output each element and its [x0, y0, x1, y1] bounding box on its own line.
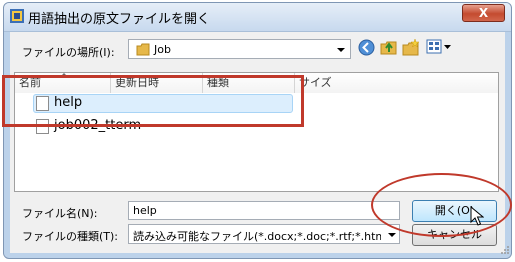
location-label: ファイルの場所(I): [22, 46, 115, 59]
filetype-value: 読み込み可能なファイル(*.docx;*.doc;*.rtf;*.htm;*.h [133, 230, 381, 243]
chevron-down-icon [337, 48, 345, 52]
filetype-select[interactable]: 読み込み可能なファイル(*.docx;*.doc;*.rtf;*.htm;*.h [128, 224, 400, 244]
close-button[interactable]: X [462, 4, 505, 22]
up-folder-icon[interactable] [380, 38, 397, 56]
filename-value: help [133, 204, 157, 217]
close-icon: X [478, 6, 489, 20]
annotation-rectangle [2, 75, 304, 127]
filename-label: ファイル名(N): [22, 207, 98, 220]
new-folder-icon[interactable] [402, 38, 420, 56]
filetype-label: ファイルの種類(T): [22, 230, 119, 243]
chevron-down-icon [388, 233, 396, 237]
resize-grip-icon[interactable] [500, 245, 510, 255]
location-value: Job [154, 43, 171, 56]
view-menu-icon[interactable] [426, 39, 452, 55]
back-icon[interactable] [358, 39, 375, 56]
window-title: 用語抽出の原文ファイルを開く [28, 12, 211, 27]
location-combo[interactable]: Job [128, 39, 351, 59]
folder-icon [136, 43, 150, 56]
annotation-oval [371, 173, 512, 237]
filename-input[interactable]: help [128, 201, 400, 220]
column-header-size[interactable]: サイズ [295, 73, 498, 93]
app-icon [10, 9, 24, 23]
